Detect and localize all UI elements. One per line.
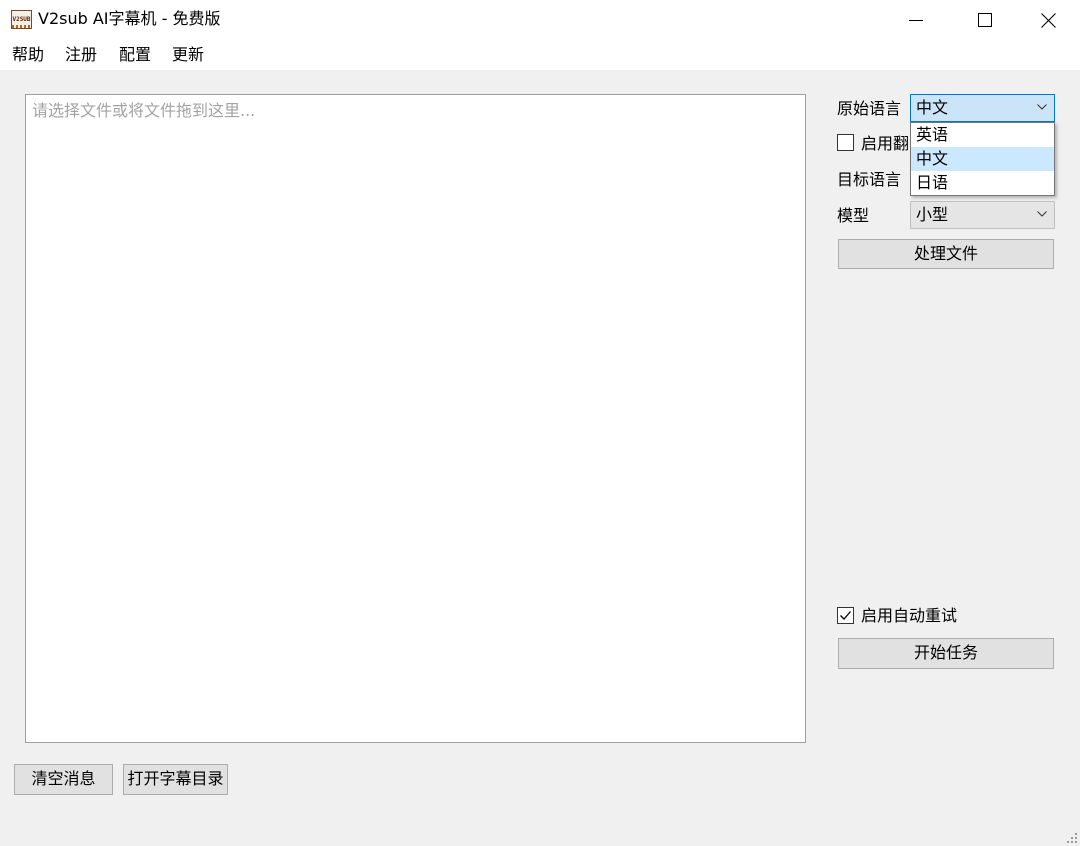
minimize-button[interactable] (893, 0, 939, 40)
close-button[interactable] (1025, 0, 1071, 40)
model-label: 模型 (837, 206, 870, 225)
process-file-button[interactable]: 处理文件 (838, 239, 1054, 269)
drop-area-placeholder: 请选择文件或将文件拖到这里... (32, 101, 256, 120)
menu-config[interactable]: 配置 (119, 45, 151, 65)
window-title: V2sub AI字幕机 - 免费版 (38, 9, 221, 28)
source-language-dropdown: 英语 中文 日语 (910, 122, 1055, 196)
model-select[interactable]: 小型 (910, 201, 1055, 229)
clear-messages-button[interactable]: 清空消息 (14, 764, 113, 795)
start-task-button[interactable]: 开始任务 (838, 638, 1054, 669)
menu-help[interactable]: 帮助 (12, 45, 44, 65)
close-icon (1041, 13, 1056, 28)
dropdown-option-english[interactable]: 英语 (911, 123, 1054, 147)
title-bar: V2SUB V2sub AI字幕机 - 免费版 (0, 0, 1080, 40)
minimize-icon (909, 20, 923, 21)
maximize-icon (978, 13, 992, 27)
message-drop-area[interactable]: 请选择文件或将文件拖到这里... (25, 94, 806, 743)
menu-bar: 帮助 注册 配置 更新 (0, 40, 1080, 70)
dropdown-option-japanese[interactable]: 日语 (911, 171, 1054, 195)
chevron-down-icon (1037, 104, 1047, 110)
auto-retry-label: 启用自动重试 (861, 606, 958, 625)
enable-translation-checkbox[interactable] (837, 134, 854, 151)
auto-retry-checkbox[interactable] (837, 607, 854, 624)
source-language-value: 中文 (916, 98, 949, 117)
source-language-label: 原始语言 (837, 99, 902, 118)
dropdown-option-chinese[interactable]: 中文 (911, 147, 1054, 171)
app-logo-icon: V2SUB (11, 10, 32, 29)
resize-grip-icon[interactable] (1067, 833, 1077, 843)
menu-register[interactable]: 注册 (65, 45, 97, 65)
target-language-label: 目标语言 (837, 170, 902, 189)
source-language-select[interactable]: 中文 (910, 94, 1055, 122)
model-value: 小型 (916, 205, 949, 224)
maximize-button[interactable] (962, 0, 1008, 40)
checkmark-icon (840, 611, 851, 620)
enable-translation-label: 启用翻译 (861, 134, 909, 153)
menu-update[interactable]: 更新 (172, 45, 204, 65)
chevron-down-icon (1037, 211, 1047, 217)
open-subtitle-dir-button[interactable]: 打开字幕目录 (123, 764, 228, 795)
